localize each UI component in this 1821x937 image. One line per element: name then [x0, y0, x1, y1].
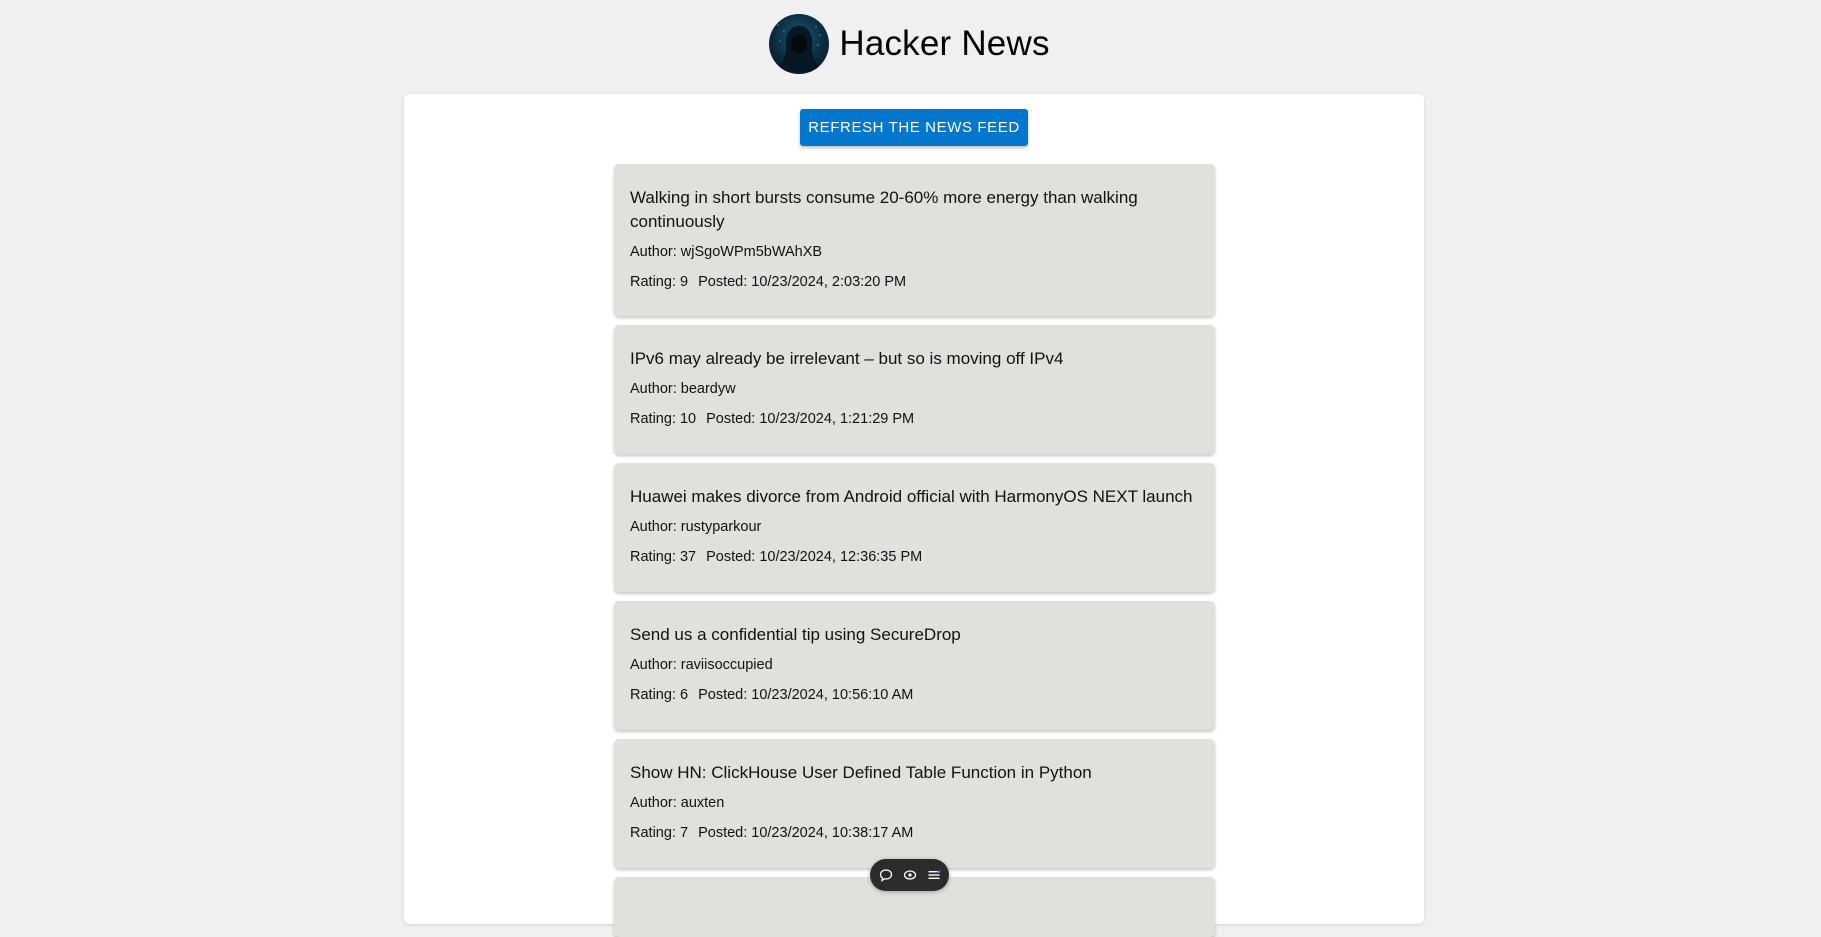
story-title[interactable]: Walking in short bursts consume 20-60% m… [630, 186, 1199, 234]
site-header: Hacker News [0, 14, 1821, 74]
story-author: Author: rustyparkour [630, 519, 762, 535]
story-meta: Rating: 9 Posted: 10/23/2024, 2:03:20 PM [630, 272, 1199, 292]
news-panel: REFRESH THE NEWS FEED Walking in short b… [404, 94, 1424, 937]
story-posted: Posted: 10/23/2024, 12:36:35 PM [706, 549, 923, 565]
news-card[interactable]: IPv6 may already be irrelevant – but so … [614, 325, 1215, 454]
story-meta: Rating: 6 Posted: 10/23/2024, 10:56:10 A… [630, 685, 1199, 705]
story-title[interactable]: Send us a confidential tip using SecureD… [630, 623, 1199, 647]
story-rating: Rating: 7 [630, 825, 689, 841]
story-author: Author: wjSgoWPm5bWAhXB [630, 244, 823, 260]
news-card[interactable]: Send us a confidential tip using SecureD… [614, 601, 1215, 730]
story-title[interactable]: IPv6 may already be irrelevant – but so … [630, 347, 1199, 371]
site-title: Hacker News [839, 24, 1050, 63]
refresh-news-button[interactable]: REFRESH THE NEWS FEED [800, 109, 1028, 146]
news-card[interactable]: Walking in short bursts consume 20-60% m… [614, 164, 1215, 316]
story-author: Author: beardyw [630, 381, 736, 397]
story-rating: Rating: 10 [630, 411, 697, 427]
story-posted: Posted: 10/23/2024, 10:56:10 AM [698, 687, 914, 703]
story-meta: Rating: 37 Posted: 10/23/2024, 12:36:35 … [630, 547, 1199, 567]
story-posted: Posted: 10/23/2024, 1:21:29 PM [706, 411, 915, 427]
story-title[interactable]: Huawei makes divorce from Android offici… [630, 485, 1199, 509]
story-author: Author: raviisoccupied [630, 657, 773, 673]
list-icon[interactable] [927, 868, 941, 882]
floating-toolbar [870, 859, 949, 891]
story-posted: Posted: 10/23/2024, 2:03:20 PM [698, 274, 907, 290]
comment-icon[interactable] [879, 868, 893, 882]
news-card[interactable]: Show HN: ClickHouse User Defined Table F… [614, 739, 1215, 868]
story-meta: Rating: 7 Posted: 10/23/2024, 10:38:17 A… [630, 823, 1199, 843]
story-rating: Rating: 37 [630, 549, 697, 565]
hooded-hacker-avatar-icon [769, 14, 830, 74]
story-meta: Rating: 10 Posted: 10/23/2024, 1:21:29 P… [630, 409, 1199, 429]
eye-icon[interactable] [903, 868, 917, 882]
story-rating: Rating: 6 [630, 687, 689, 703]
story-author: Author: auxten [630, 795, 725, 811]
story-rating: Rating: 9 [630, 274, 689, 290]
news-card[interactable]: Huawei makes divorce from Android offici… [614, 463, 1215, 592]
story-title[interactable]: Show HN: ClickHouse User Defined Table F… [630, 761, 1199, 785]
story-posted: Posted: 10/23/2024, 10:38:17 AM [698, 825, 914, 841]
